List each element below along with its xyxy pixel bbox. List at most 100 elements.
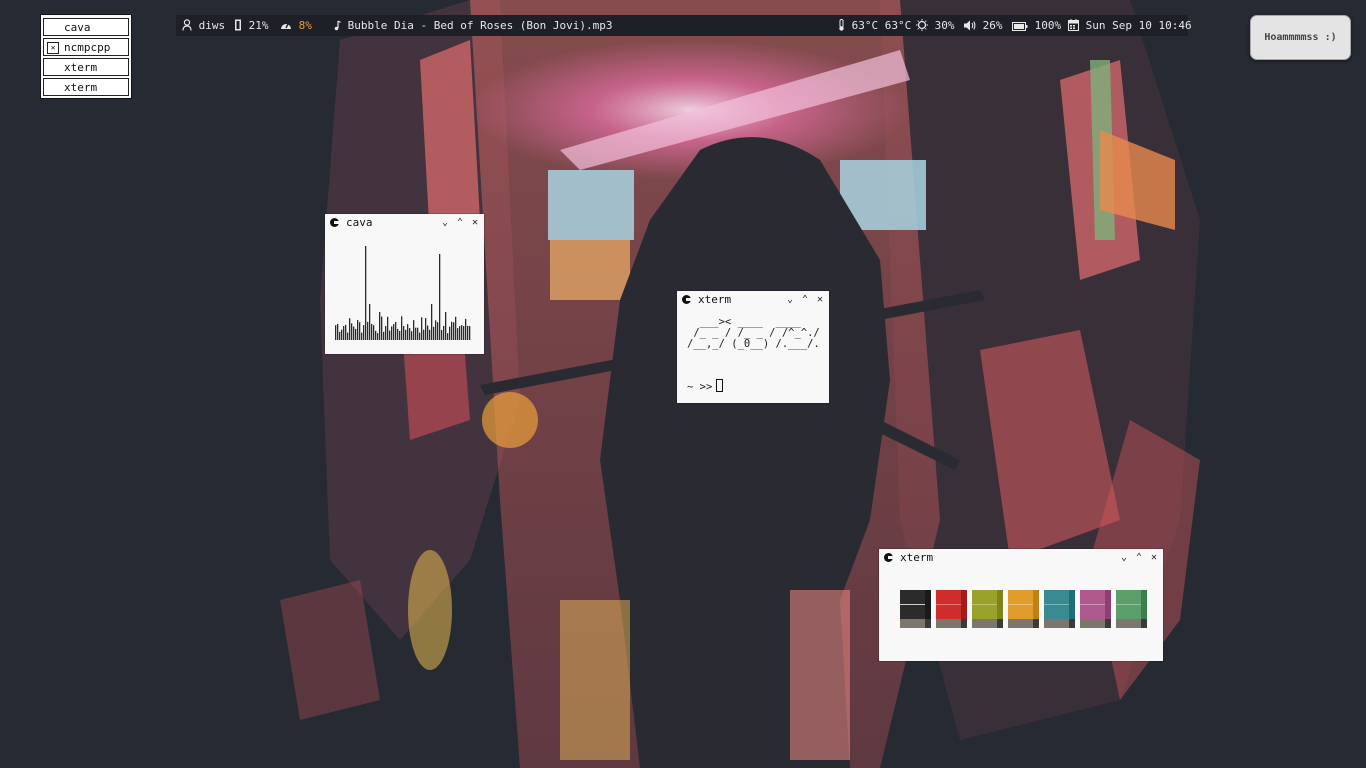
color-swatch [936, 590, 967, 628]
visualizer-bar [413, 320, 415, 340]
visualizer-bar [381, 316, 383, 340]
visualizer-bar [431, 304, 433, 340]
color-swatch [1044, 590, 1075, 628]
visualizer-bar [399, 330, 401, 340]
close-icon[interactable]: ✕ [472, 214, 478, 231]
maximize-icon[interactable]: ⌃ [802, 291, 808, 308]
xterm-window[interactable]: xterm ⌄ ⌃ ✕ [879, 549, 1163, 661]
visualizer-bar [459, 326, 461, 340]
x-box-icon: ✕ [47, 42, 59, 54]
temperature-value: 63°C 63°C [851, 19, 912, 32]
cava-window[interactable]: cava ⌄ ⌃ ✕ [325, 214, 484, 354]
visualizer-bar [367, 321, 369, 340]
status-bar: diws 21% 8% Bubble Dia - Bed of Roses (B… [176, 15, 1192, 36]
user-icon [182, 19, 192, 31]
minimize-icon[interactable]: ⌄ [1121, 549, 1127, 566]
visualizer-bar [365, 246, 367, 340]
visualizer-bar [387, 316, 389, 340]
window-title: cava [346, 216, 373, 229]
minimize-icon[interactable]: ⌄ [787, 291, 793, 308]
visualizer-bar [343, 326, 345, 340]
color-swatch [900, 590, 931, 628]
memory-icon [235, 19, 241, 31]
task-item-xterm[interactable]: xterm [43, 78, 129, 96]
maximize-icon[interactable]: ⌃ [1136, 549, 1142, 566]
color-swatch [1116, 590, 1147, 628]
visualizer-bar [351, 323, 353, 340]
window-titlebar[interactable]: cava ⌄ ⌃ ✕ [325, 214, 484, 231]
clock-widget[interactable]: Sun Sep 10 10:46 [1068, 15, 1192, 36]
ascii-art: ___>< ____ ____ /_ _ / /_ _ / /^_^./ /__… [687, 316, 820, 350]
task-list: cava ✕ ncmpcpp xterm xterm [40, 14, 132, 99]
memory-value: 21% [248, 19, 269, 32]
visualizer-bar [449, 326, 451, 340]
color-swatch [972, 590, 1003, 628]
visualizer-bar [361, 332, 363, 340]
task-label: cava [64, 21, 91, 34]
visualizer-bar [397, 328, 399, 340]
window-titlebar[interactable]: xterm ⌄ ⌃ ✕ [879, 549, 1163, 566]
visualizer-bar [461, 325, 463, 340]
visualizer-bar [457, 328, 459, 340]
visualizer-bar [369, 304, 371, 340]
visualizer-bar [437, 322, 439, 340]
visualizer-bar [415, 327, 417, 340]
visualizer-bar [443, 325, 445, 340]
visualizer-bar [403, 325, 405, 340]
visualizer-bar [467, 325, 469, 340]
battery-value: 100% [1034, 19, 1062, 32]
window-title: xterm [900, 551, 934, 564]
app-logo-icon [884, 553, 893, 562]
visualizer-bar [395, 321, 397, 340]
prompt-symbol: ~ >> [687, 381, 713, 393]
visualizer-bar [353, 326, 355, 340]
window-title: xterm [698, 293, 732, 306]
maximize-icon[interactable]: ⌃ [457, 214, 463, 231]
visualizer-bar [335, 325, 337, 340]
visualizer-bar [347, 332, 349, 340]
visualizer-bar [389, 330, 391, 340]
song-title: Bubble Dia - Bed of Roses (Bon Jovi).mp3 [347, 19, 613, 32]
shell-prompt[interactable]: ~ >> [687, 379, 724, 393]
visualizer-bar [411, 331, 413, 340]
workspace-widget[interactable]: diws [182, 15, 225, 36]
minimize-icon[interactable]: ⌄ [442, 214, 448, 231]
volume-value: 26% [982, 19, 1003, 32]
brightness-widget[interactable]: 30% [916, 15, 955, 36]
thermometer-icon [839, 19, 844, 31]
task-label: ncmpcpp [64, 41, 111, 54]
visualizer-bar [419, 332, 421, 340]
visualizer-bar [341, 329, 343, 340]
close-icon[interactable]: ✕ [817, 291, 823, 308]
visualizer-bar [465, 318, 467, 340]
visualizer-bar [427, 325, 429, 340]
notification-popup[interactable]: Hoammmmss :) [1250, 15, 1351, 60]
visualizer-bar [371, 323, 373, 340]
visualizer-bar [417, 327, 419, 340]
visualizer-bar [357, 319, 359, 340]
calendar-icon [1068, 19, 1079, 31]
visualizer-bar [359, 322, 361, 340]
task-label: xterm [64, 81, 98, 94]
brightness-icon [916, 19, 928, 31]
xterm-window[interactable]: xterm ⌄ ⌃ ✕ ___>< ____ ____ /_ _ / /_ _ … [677, 291, 829, 403]
visualizer-bar [435, 320, 437, 340]
visualizer-bar [345, 324, 347, 340]
visualizer-bar [393, 324, 395, 340]
visualizer-bar [385, 326, 387, 340]
task-item-cava[interactable]: cava [43, 18, 129, 36]
visualizer-bar [379, 312, 381, 340]
visualizer-bar [425, 318, 427, 340]
window-titlebar[interactable]: xterm ⌄ ⌃ ✕ [677, 291, 829, 308]
visualizer-bar [401, 316, 403, 340]
task-item-xterm[interactable]: xterm [43, 58, 129, 76]
task-item-ncmpcpp[interactable]: ✕ ncmpcpp [43, 38, 129, 56]
cpu-value: 8% [298, 19, 312, 32]
close-icon[interactable]: ✕ [1151, 549, 1157, 566]
music-widget[interactable]: Bubble Dia - Bed of Roses (Bon Jovi).mp3 [333, 15, 613, 36]
visualizer-bar [421, 317, 423, 340]
visualizer-bar [377, 333, 379, 340]
workspace-label: diws [198, 19, 226, 32]
volume-widget[interactable]: 26% [964, 15, 1003, 36]
visualizer-bar [453, 322, 455, 340]
